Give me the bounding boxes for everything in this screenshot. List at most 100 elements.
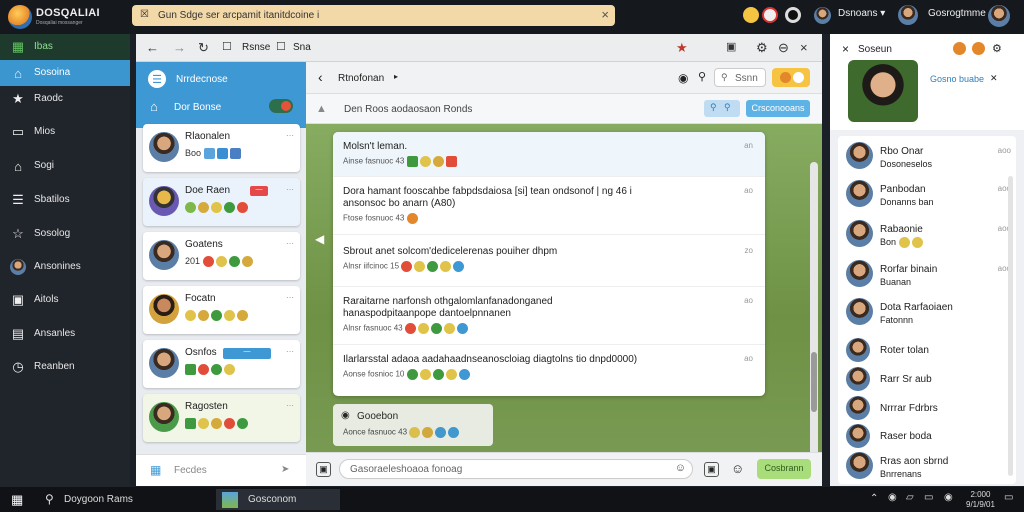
avatar[interactable] bbox=[898, 5, 918, 25]
preview-title: Gooebon bbox=[357, 411, 399, 422]
list-item[interactable]: Panbodan Donanns ban aoo bbox=[846, 180, 1011, 210]
avatar[interactable] bbox=[988, 5, 1010, 27]
close-icon[interactable]: × bbox=[800, 40, 808, 55]
sidebar-item-sosoina[interactable]: ⌂ Sosoina bbox=[0, 60, 130, 86]
notification-banner[interactable]: ☒ Gun Sdge ser arcpamit itanitdcoine i × bbox=[132, 5, 615, 26]
avatar[interactable] bbox=[814, 7, 831, 24]
bookmark-icon[interactable]: ★ bbox=[676, 40, 688, 56]
notification-icon[interactable]: ▭ bbox=[1004, 492, 1013, 503]
search-icon[interactable]: ⚲ bbox=[698, 70, 706, 83]
meta-text: Alnsr iifcinoc 15 bbox=[343, 261, 400, 271]
emoji-icon[interactable]: ☺ bbox=[675, 462, 686, 474]
list-item[interactable]: Doe Raen — ⋯ bbox=[143, 178, 300, 226]
video-icon[interactable] bbox=[972, 42, 985, 55]
reply-arrow-icon: ◀ bbox=[315, 232, 325, 246]
toggle-switch[interactable] bbox=[269, 99, 293, 113]
battery-icon[interactable]: ▭ bbox=[924, 492, 933, 503]
list-item[interactable]: Ragosten ⋯ bbox=[143, 394, 300, 442]
tab-label[interactable]: Sna bbox=[293, 42, 311, 53]
list-item[interactable]: Rbo Onar Dosoneselos aoo bbox=[846, 142, 1011, 172]
contact-name: Nrrrar Fdrbrs bbox=[880, 403, 938, 414]
sidebar-item-sogi[interactable]: ⌂ Sogi bbox=[0, 153, 130, 179]
list-item[interactable]: Focatn ⋯ bbox=[143, 286, 300, 334]
list-item[interactable]: Rarr Sr aub bbox=[846, 367, 1011, 397]
list-item[interactable]: Roter tolan bbox=[846, 338, 1011, 368]
edit-icon[interactable]: ✕ bbox=[990, 73, 998, 84]
taskbar-search-text[interactable]: Doygoon Rams bbox=[64, 494, 133, 505]
sidebar-item-sosolog[interactable]: ☆ Sosolog bbox=[0, 221, 130, 247]
settings-icon[interactable]: ⚙ bbox=[756, 40, 768, 56]
forward-icon[interactable]: → bbox=[173, 40, 186, 55]
scrollbar[interactable] bbox=[810, 162, 818, 462]
window-icon[interactable]: ▣ bbox=[726, 40, 736, 53]
list-item[interactable]: Nrrrar Fdrbrs bbox=[846, 396, 1011, 426]
sidebar-item-raodc[interactable]: ★ Raodc bbox=[0, 86, 130, 112]
filter-toggle[interactable]: ⚲ ⚲ bbox=[704, 100, 740, 117]
sidebar-item-ansanles[interactable]: ▤ Ansanles bbox=[0, 321, 130, 347]
sidebar-item-reanben[interactable]: ◷ Reanben bbox=[0, 354, 130, 380]
list-item[interactable]: Osnfos — ⋯ bbox=[143, 340, 300, 388]
user-menu[interactable]: Dsnoans ▾ bbox=[838, 8, 885, 19]
emoji-button[interactable] bbox=[772, 68, 810, 87]
list-item[interactable]: Rabaonie Bon aoo bbox=[846, 220, 1011, 250]
message-input[interactable]: Gasoraeleshoaoa fonoag ☺ bbox=[339, 459, 693, 479]
minimize-icon[interactable]: ⊖ bbox=[778, 40, 789, 56]
preview-meta: Aonce fasnuoc 43 bbox=[343, 427, 461, 438]
avatar bbox=[846, 298, 873, 325]
network-icon[interactable]: ◉ bbox=[888, 492, 897, 503]
volume-icon[interactable]: ▱ bbox=[906, 492, 914, 503]
clock[interactable]: 2:000 9/1/9/01 bbox=[966, 490, 995, 510]
message[interactable]: Sbrout anet solcom'dedicelerenas pouiher… bbox=[343, 246, 755, 272]
list-item[interactable]: Rlaonalen Boo ⋯ bbox=[143, 124, 300, 172]
subheader-button[interactable]: Crsconooans bbox=[746, 100, 810, 117]
menu-icon[interactable]: ☰ bbox=[148, 70, 166, 88]
time-label: ⋯ bbox=[286, 131, 294, 140]
home-icon[interactable]: ⌂ bbox=[150, 99, 158, 114]
message[interactable]: Molsn't leman. Ainse fasnuoc 43 an bbox=[343, 141, 755, 167]
message[interactable]: Raraitarne narfonsh othgalomlanfanadonga… bbox=[343, 296, 755, 334]
attach-icon[interactable]: ▣ bbox=[316, 462, 331, 477]
chevron-right-icon[interactable]: ▸ bbox=[394, 72, 398, 81]
emoji-icon[interactable] bbox=[743, 7, 759, 23]
list-item[interactable]: Rras aon sbrnd Bnrrenans bbox=[846, 452, 1011, 482]
camera-icon[interactable]: ◉ bbox=[678, 71, 688, 85]
list-item[interactable]: Goatens 201 ⋯ bbox=[143, 232, 300, 280]
sidebar-item-label: Ansanles bbox=[34, 328, 76, 339]
search-icon[interactable]: ⚲ bbox=[45, 492, 54, 506]
windows-start-icon[interactable]: ▦ bbox=[11, 492, 23, 508]
share-icon[interactable]: ➤ bbox=[281, 464, 289, 475]
sidebar-item-sbatilos[interactable]: ☰ Sbatilos bbox=[0, 187, 130, 213]
sidebar-item-mios[interactable]: ▭ Mios bbox=[0, 119, 130, 145]
more-icon[interactable]: ⚙ bbox=[992, 42, 1002, 55]
refresh-icon[interactable]: ↻ bbox=[198, 40, 209, 56]
sidebar-item-aitols[interactable]: ▣ Aitols bbox=[0, 287, 130, 313]
record-icon[interactable] bbox=[785, 7, 801, 23]
alert-icon[interactable] bbox=[762, 7, 778, 23]
sidebar-item-ansonines[interactable]: Ansonines bbox=[0, 254, 130, 280]
message[interactable]: Dora hamant fooscahbe fabpdsdaiosa [si] … bbox=[343, 186, 755, 224]
list-item[interactable]: Dota Rarfaoiaen Fatonnn bbox=[846, 298, 1011, 328]
list-item[interactable]: Raser boda bbox=[846, 424, 1011, 454]
scrollbar[interactable] bbox=[1008, 176, 1013, 476]
taskbar-app[interactable]: Gosconom bbox=[216, 489, 340, 510]
back-icon[interactable]: ‹ bbox=[318, 69, 323, 85]
sticker-icon[interactable]: ☺ bbox=[731, 461, 744, 476]
message[interactable]: Ilarlarsstal adaoa aadahaadnseanoscloiag… bbox=[343, 354, 755, 380]
close-icon[interactable]: × bbox=[842, 42, 849, 56]
send-button[interactable]: Cosbrann bbox=[757, 459, 811, 479]
wifi-icon[interactable]: ◉ bbox=[944, 492, 953, 503]
profile-photo[interactable] bbox=[848, 60, 918, 122]
chat-list-footer[interactable]: ▦ Fecdes ➤ bbox=[136, 454, 306, 486]
close-icon[interactable]: × bbox=[601, 7, 609, 22]
preview-bubble[interactable]: ◉ Gooebon Aonce fasnuoc 43 bbox=[333, 404, 493, 446]
call-icon[interactable] bbox=[953, 42, 966, 55]
chevron-up-icon[interactable]: ⌃ bbox=[870, 493, 878, 504]
back-icon[interactable]: ← bbox=[146, 40, 159, 55]
address-text[interactable]: Rsnse bbox=[242, 42, 270, 53]
scrollbar-thumb[interactable] bbox=[811, 352, 817, 412]
sidebar-item-ibas[interactable]: ▦ Ibas bbox=[0, 34, 130, 60]
image-icon[interactable]: ▣ bbox=[704, 462, 719, 477]
profile-link[interactable]: Gosno buabe bbox=[930, 74, 984, 84]
search-input[interactable]: ⚲ Ssnn bbox=[714, 68, 766, 87]
list-item[interactable]: Rorfar binain Buanan aoo bbox=[846, 260, 1011, 290]
